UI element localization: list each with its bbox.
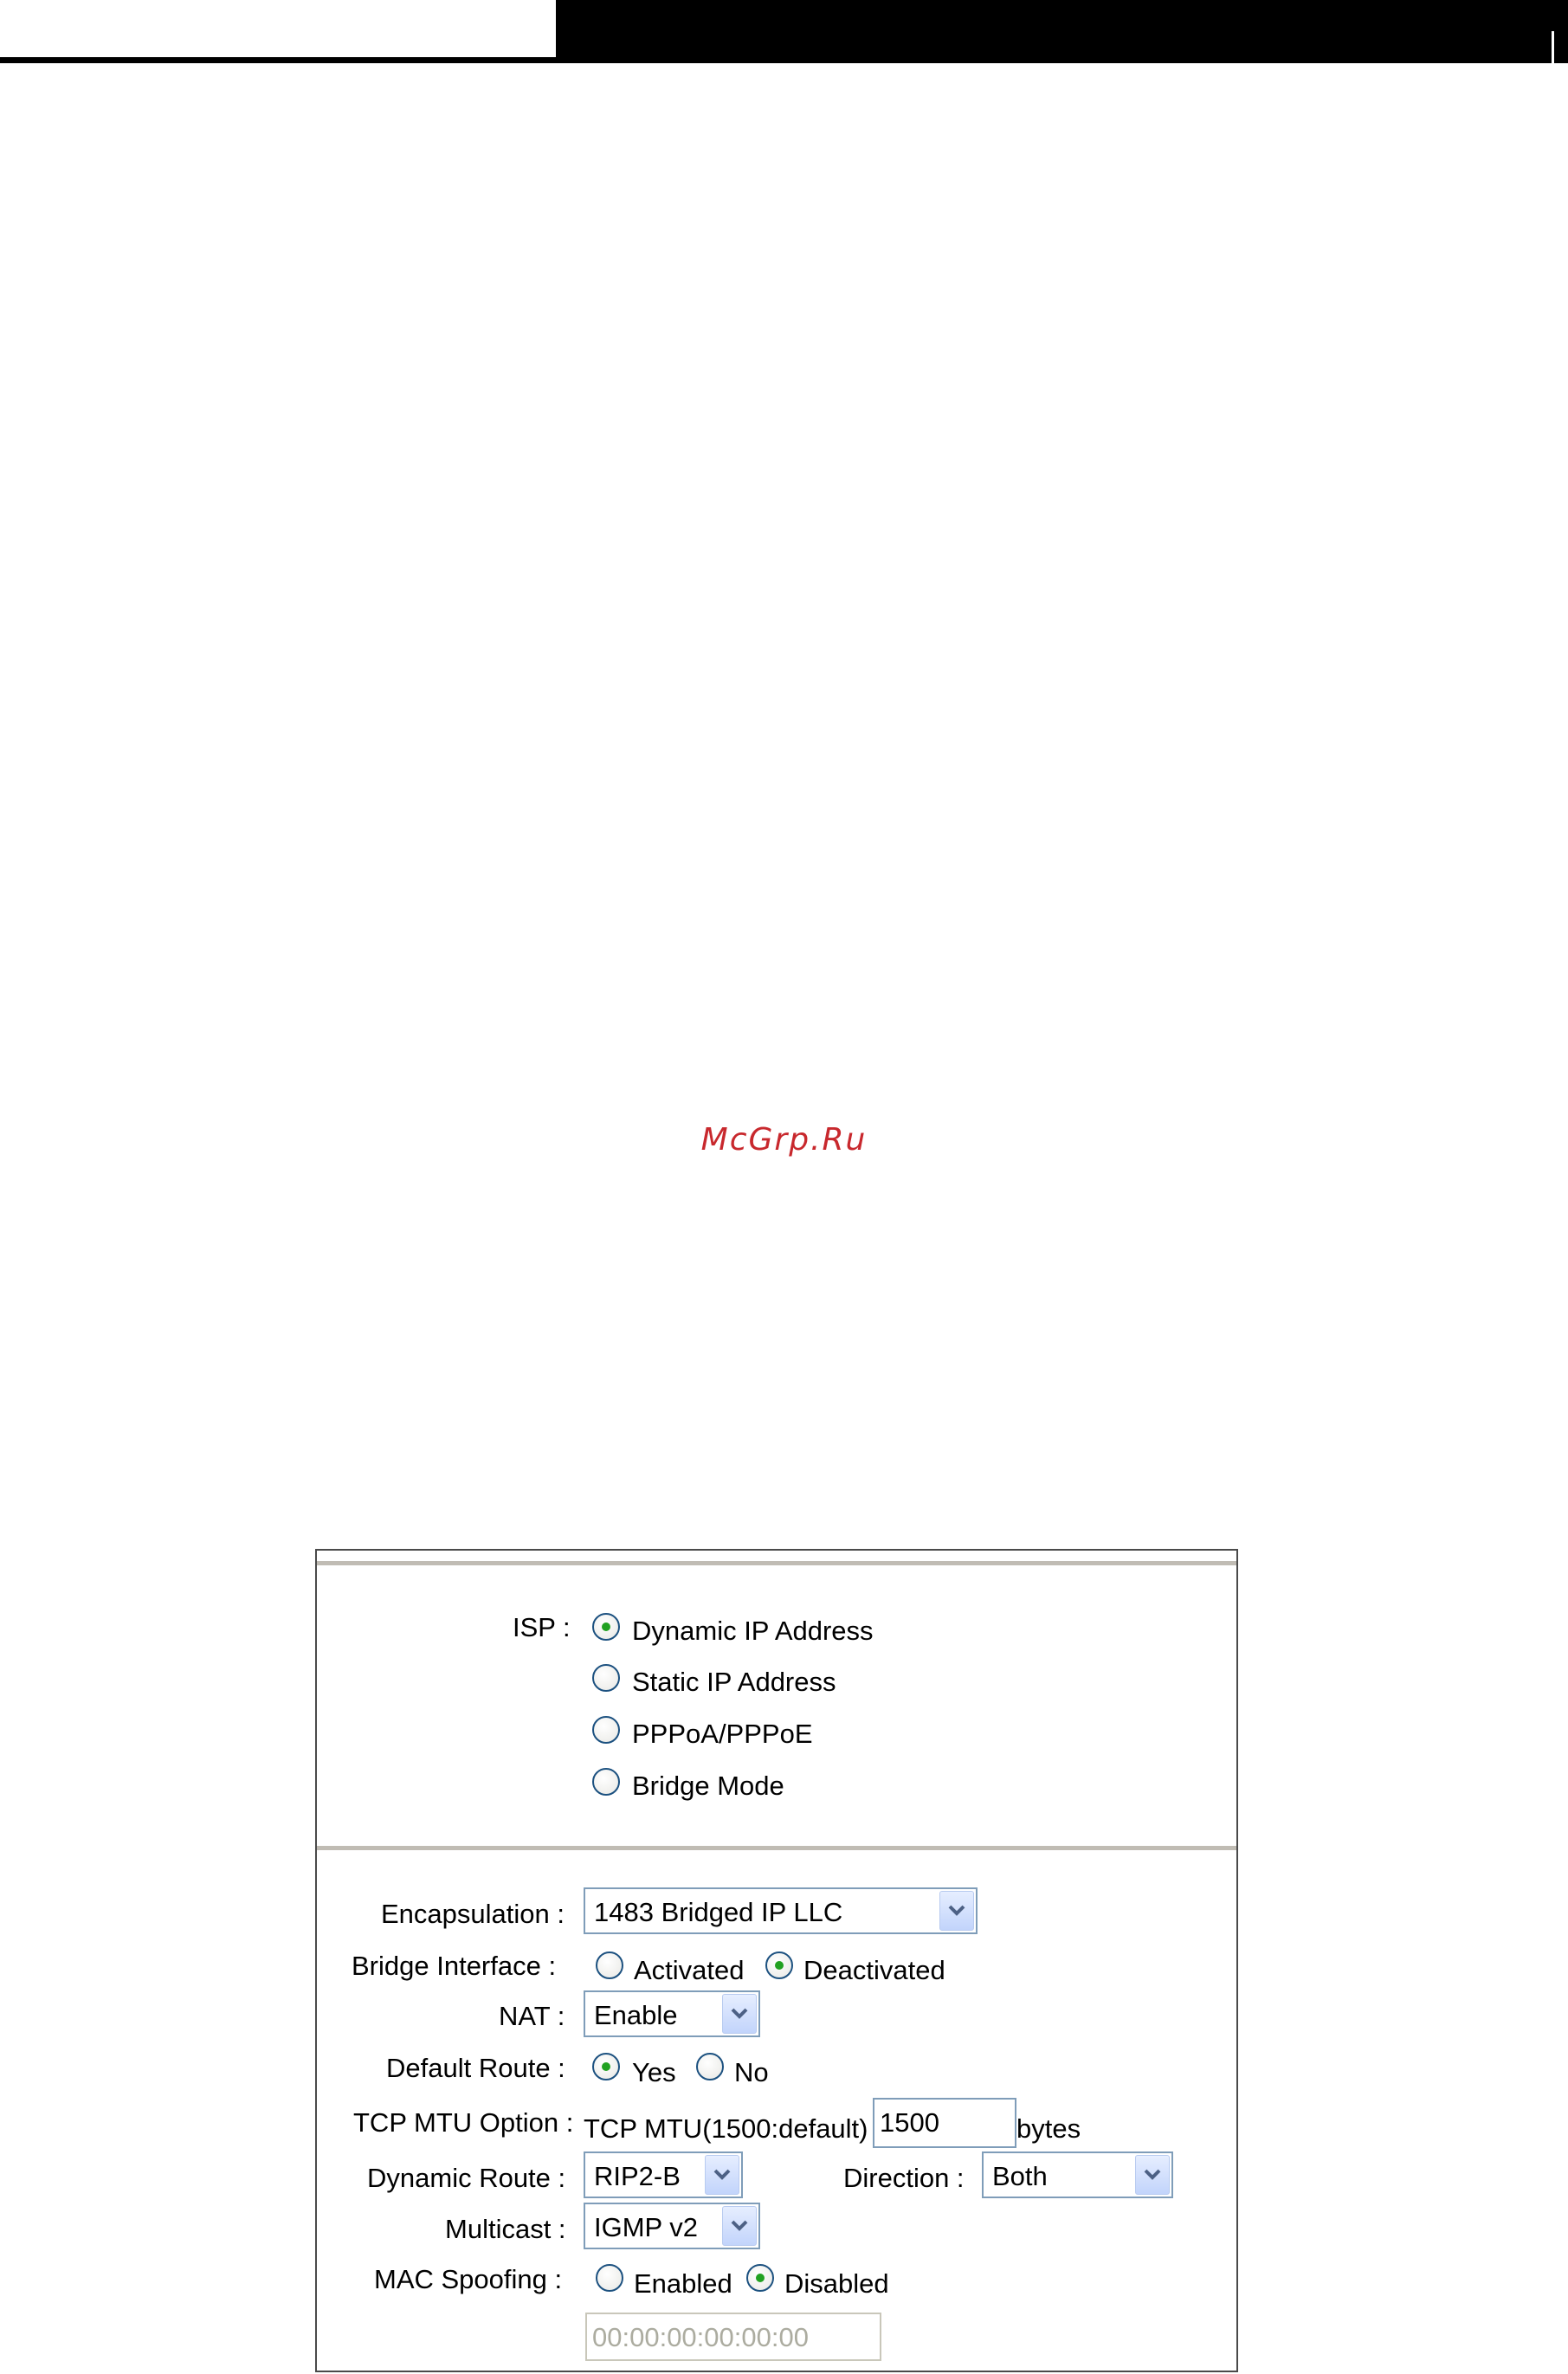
isp-label: ISP :: [513, 1612, 571, 1642]
radio-disabled[interactable]: [746, 2264, 774, 2292]
tcp-mtu-value: 1500: [880, 2107, 939, 2138]
mac-spoofing-option-label: Enabled: [634, 2268, 732, 2299]
top-separator: [317, 1561, 1236, 1565]
multicast-value: IGMP v2: [594, 2212, 699, 2242]
default-route-option-label: Yes: [632, 2057, 676, 2087]
mac-spoofing-label: MAC Spoofing :: [374, 2264, 563, 2294]
chevron-down-icon[interactable]: [1135, 2155, 1170, 2195]
bridge-interface-label: Bridge Interface :: [352, 1951, 557, 1981]
direction-value: Both: [992, 2161, 1048, 2191]
multicast-select[interactable]: IGMP v2: [584, 2203, 760, 2249]
chevron-down-icon[interactable]: [722, 1994, 757, 2034]
chevron-down-icon[interactable]: [705, 2155, 739, 2195]
nat-value: Enable: [594, 2000, 678, 2030]
header-bar-right: [556, 0, 1568, 63]
bridge-option-label: Deactivated: [803, 1955, 945, 1985]
middle-separator: [317, 1846, 1236, 1850]
default-route-option-label: No: [734, 2057, 769, 2087]
radio-static-ip[interactable]: [592, 1664, 620, 1692]
nat-label: NAT :: [499, 2001, 565, 2031]
isp-option-label: Static IP Address: [632, 1667, 836, 1697]
dynamic-route-select[interactable]: RIP2-B: [584, 2151, 743, 2198]
nat-select[interactable]: Enable: [584, 1990, 760, 2037]
chevron-down-icon[interactable]: [939, 1891, 974, 1931]
wan-settings-panel: ISP : Dynamic IP Address Static IP Addre…: [315, 1549, 1238, 2372]
header-bar-tick: [1552, 31, 1554, 63]
tcp-mtu-unit: bytes: [1016, 2113, 1081, 2144]
radio-yes[interactable]: [592, 2053, 620, 2080]
chevron-down-icon[interactable]: [722, 2206, 757, 2246]
multicast-label: Multicast :: [445, 2214, 566, 2244]
default-route-label: Default Route :: [386, 2053, 565, 2083]
tcp-mtu-prefix: TCP MTU(1500:default): [584, 2113, 868, 2144]
radio-bridge-mode[interactable]: [592, 1768, 620, 1796]
dynamic-route-value: RIP2-B: [594, 2161, 681, 2191]
tcp-mtu-label: TCP MTU Option :: [353, 2107, 574, 2138]
isp-option-label: Dynamic IP Address: [632, 1616, 874, 1646]
mac-address-value: 00:00:00:00:00:00: [592, 2322, 809, 2352]
mac-spoofing-option-label: Disabled: [784, 2268, 889, 2299]
radio-deactivated[interactable]: [765, 1951, 793, 1979]
radio-no[interactable]: [696, 2053, 724, 2080]
radio-dynamic-ip[interactable]: [592, 1613, 620, 1641]
radio-enabled[interactable]: [596, 2264, 623, 2292]
encapsulation-select[interactable]: 1483 Bridged IP LLC: [584, 1887, 978, 1934]
header-rule-left: [0, 57, 556, 63]
isp-option-label: PPPoA/PPPoE: [632, 1719, 813, 1749]
radio-activated[interactable]: [596, 1951, 623, 1979]
tcp-mtu-input[interactable]: 1500: [873, 2098, 1016, 2148]
watermark: McGrp.Ru: [700, 1122, 868, 1158]
mac-address-input[interactable]: 00:00:00:00:00:00: [585, 2313, 881, 2361]
direction-label: Direction :: [843, 2163, 965, 2193]
direction-select[interactable]: Both: [982, 2151, 1173, 2198]
radio-pppoa-pppoe[interactable]: [592, 1716, 620, 1744]
encapsulation-label: Encapsulation :: [381, 1899, 565, 1929]
dynamic-route-label: Dynamic Route :: [367, 2163, 566, 2193]
encapsulation-value: 1483 Bridged IP LLC: [594, 1897, 843, 1927]
bridge-option-label: Activated: [634, 1955, 745, 1985]
isp-option-label: Bridge Mode: [632, 1771, 784, 1801]
